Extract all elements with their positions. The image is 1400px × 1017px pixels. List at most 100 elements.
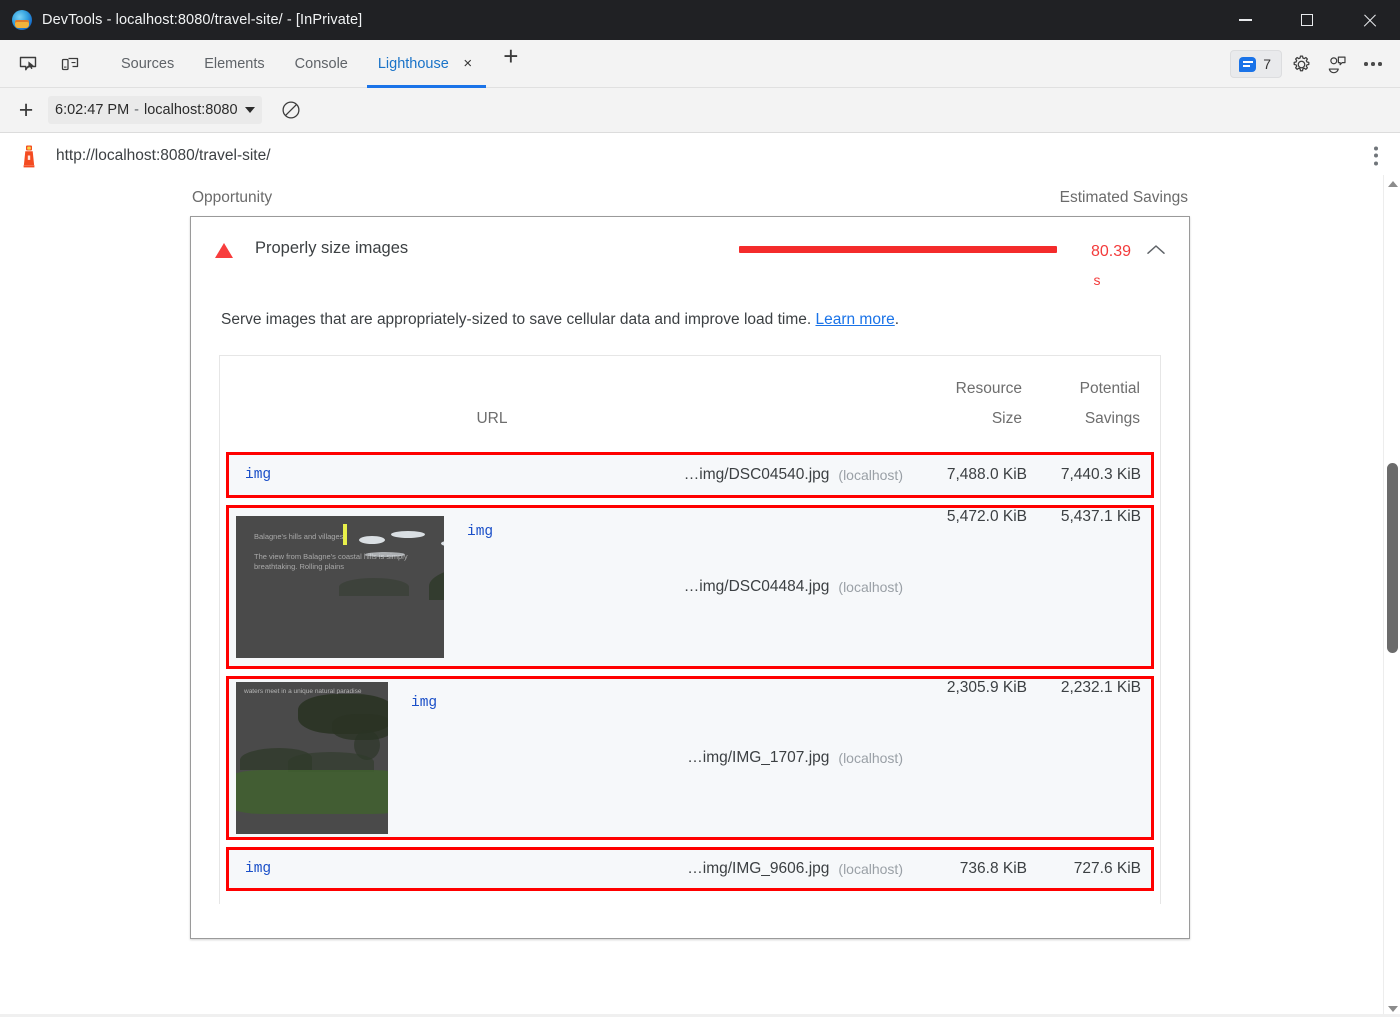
audit-card-properly-size-images: Properly size images 80.39 s Serve image… (190, 216, 1190, 939)
learn-more-link[interactable]: Learn more (815, 311, 894, 328)
tab-lighthouse[interactable]: Lighthouse × (363, 40, 490, 88)
panel-tabs: Sources Elements Console Lighthouse × + (106, 40, 528, 88)
clear-all-icon[interactable] (276, 95, 306, 125)
report-url-bar: http://localhost:8080/travel-site/ (0, 133, 1400, 179)
inspect-element-icon[interactable] (10, 48, 46, 80)
row-host: (localhost) (838, 467, 903, 483)
fail-triangle-icon (215, 243, 233, 258)
row-potential-savings: 727.6 KiB (1027, 860, 1151, 878)
row-resource-size: 7,488.0 KiB (903, 466, 1027, 484)
device-toolbar-icon[interactable] (52, 48, 88, 80)
row-potential-savings: 7,440.3 KiB (1027, 466, 1151, 484)
tab-elements[interactable]: Elements (189, 40, 279, 88)
column-header-potential-savings-line1: Potential (1022, 374, 1140, 403)
devtools-tabstrip: Sources Elements Console Lighthouse × + … (0, 40, 1400, 88)
row-host: (localhost) (838, 750, 903, 766)
row-potential-savings: 5,437.1 KiB (1027, 508, 1151, 666)
tab-elements-label: Elements (204, 56, 264, 72)
row-thumbnail[interactable]: Balagne's hills and villages (229, 508, 451, 666)
thumbnail-photo (343, 524, 347, 545)
feedback-icon[interactable] (1320, 47, 1354, 81)
report-scrollbar[interactable] (1383, 175, 1400, 1017)
page-screenshot-thumbnail: waters meet in a unique natural paradise (236, 682, 388, 834)
window-controls (1214, 0, 1400, 40)
scrollbar-thumb[interactable] (1387, 463, 1398, 653)
estimated-savings-header-label: Estimated Savings (1060, 189, 1188, 207)
table-row[interactable]: waters meet in a unique natural paradise (226, 676, 1154, 840)
tab-sources-label: Sources (121, 56, 174, 72)
page-screenshot-thumbnail: Balagne's hills and villages (236, 516, 444, 658)
tab-console-label: Console (295, 56, 348, 72)
table-header-row: URL Resource Size Potential Savings (220, 356, 1160, 445)
issues-bubble-icon (1239, 57, 1256, 72)
row-url[interactable]: …img/IMG_9606.jpg (687, 860, 829, 878)
column-header-resource-size: Resource Size (894, 374, 1022, 433)
row-host: (localhost) (838, 579, 903, 595)
more-vertical-icon[interactable] (1374, 146, 1378, 165)
row-thumbnail[interactable]: waters meet in a unique natural paradise (229, 679, 395, 837)
savings-value: 80.39 (1091, 243, 1131, 260)
audit-details-table: URL Resource Size Potential Savings img (219, 355, 1161, 904)
issues-counter-button[interactable]: 7 (1230, 50, 1282, 78)
issues-count: 7 (1263, 56, 1271, 72)
table-row[interactable]: Balagne's hills and villages (226, 505, 1154, 669)
row-resource-size: 5,472.0 KiB (903, 508, 1027, 666)
row-potential-savings: 2,232.1 KiB (1027, 679, 1151, 837)
report-host: localhost:8080 (144, 102, 238, 118)
gear-icon[interactable] (1284, 47, 1318, 81)
scroll-up-arrow[interactable] (1384, 175, 1400, 192)
window-titlebar: DevTools - localhost:8080/travel-site/ -… (0, 0, 1400, 40)
row-resource-size: 2,305.9 KiB (903, 679, 1027, 837)
row-host: (localhost) (838, 861, 903, 877)
audit-description-period: . (895, 311, 899, 328)
column-header-potential-savings-line2: Savings (1022, 404, 1140, 433)
audit-title: Properly size images (255, 239, 408, 258)
chevron-up-icon[interactable] (1145, 243, 1167, 256)
tab-sources[interactable]: Sources (106, 40, 189, 88)
opportunity-table-header: Opportunity Estimated Savings (190, 189, 1190, 207)
row-node-tag[interactable]: img (395, 679, 437, 711)
row-resource-size: 736.8 KiB (903, 860, 1027, 878)
report-time: 6:02:47 PM (55, 102, 129, 118)
lighthouse-icon (16, 143, 42, 169)
tab-console[interactable]: Console (280, 40, 363, 88)
column-header-resource-size-line2: Size (894, 404, 1022, 433)
close-button[interactable] (1338, 0, 1400, 40)
opportunity-header-label: Opportunity (192, 189, 272, 207)
tabstrip-right-actions: 7 (1230, 40, 1390, 88)
column-header-url: URL (230, 404, 894, 433)
thumbnail-caption: The view from Balagne's coastal hills is… (254, 552, 434, 572)
row-url[interactable]: …img/DSC04540.jpg (684, 466, 830, 484)
new-report-icon[interactable]: + (10, 95, 42, 125)
add-tab-icon[interactable]: + (494, 40, 528, 74)
row-node-tag[interactable]: img (229, 467, 271, 483)
chevron-down-icon (245, 107, 255, 113)
more-options-icon[interactable] (1356, 47, 1390, 81)
edge-devtools-logo (12, 10, 32, 30)
savings-bar (739, 246, 1057, 253)
lighthouse-report-body: Opportunity Estimated Savings Properly s… (0, 175, 1400, 1017)
report-selector[interactable]: 6:02:47 PM - localhost:8080 (48, 96, 262, 124)
thumbnail-heading: Balagne's hills and villages (254, 532, 343, 541)
row-url[interactable]: …img/DSC04484.jpg (684, 578, 830, 596)
audit-description-text: Serve images that are appropriately-size… (221, 311, 811, 328)
row-node-tag[interactable]: img (451, 508, 493, 540)
report-url: http://localhost:8080/travel-site/ (56, 147, 271, 165)
column-header-potential-savings: Potential Savings (1022, 374, 1150, 433)
table-row[interactable]: img …img/DSC04540.jpg (localhost) 7,488.… (226, 452, 1154, 498)
audit-header[interactable]: Properly size images 80.39 s (191, 217, 1189, 308)
savings-value-group: 80.39 s (1071, 242, 1131, 290)
row-url[interactable]: …img/IMG_1707.jpg (687, 749, 829, 767)
audit-description: Serve images that are appropriately-size… (191, 308, 1189, 331)
lighthouse-runbar: + 6:02:47 PM - localhost:8080 (0, 88, 1400, 133)
tab-lighthouse-label: Lighthouse (378, 56, 449, 72)
report-separator: - (134, 102, 139, 118)
close-icon[interactable]: × (461, 57, 475, 71)
window-title: DevTools - localhost:8080/travel-site/ -… (42, 12, 362, 28)
maximize-button[interactable] (1276, 0, 1338, 40)
row-node-tag[interactable]: img (229, 861, 271, 877)
minimize-button[interactable] (1214, 0, 1276, 40)
table-row[interactable]: img …img/IMG_9606.jpg (localhost) 736.8 … (226, 847, 1154, 891)
table-rows: img …img/DSC04540.jpg (localhost) 7,488.… (220, 452, 1160, 904)
savings-unit: s (1071, 270, 1123, 290)
